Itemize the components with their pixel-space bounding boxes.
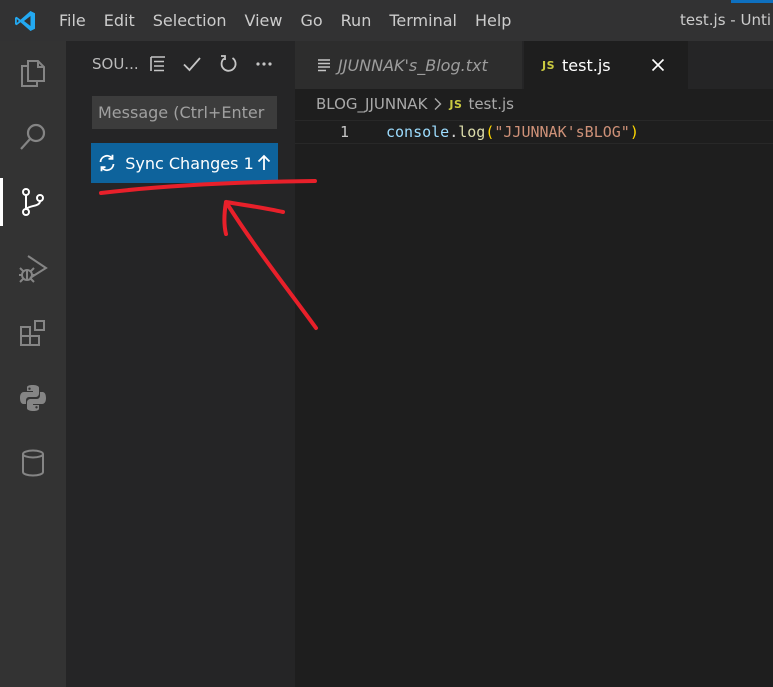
tree-view-icon[interactable]: [145, 51, 171, 77]
source-control-sidebar: SOU... Message (Ctrl+Enter ... Sync Chan…: [66, 41, 295, 687]
more-actions-icon[interactable]: [251, 51, 277, 77]
close-tab-icon[interactable]: [646, 53, 670, 77]
menu-help[interactable]: Help: [466, 0, 520, 41]
source-control-icon[interactable]: [0, 172, 66, 232]
editor-tabs: JJUNNAK's_Blog.txt JS test.js: [295, 41, 773, 89]
token-dot: .: [449, 123, 459, 141]
extensions-icon[interactable]: [0, 303, 66, 363]
window-title: test.js - Unti: [679, 11, 771, 29]
tab-label: test.js: [562, 55, 611, 75]
arrow-up-icon: [256, 154, 272, 172]
menu-run[interactable]: Run: [332, 0, 381, 41]
token-close-paren: ): [629, 123, 639, 141]
commit-message-input[interactable]: [92, 96, 277, 129]
commit-check-icon[interactable]: [179, 51, 205, 77]
breadcrumb-folder[interactable]: BLOG_JJUNNAK: [316, 95, 427, 113]
menu-terminal[interactable]: Terminal: [380, 0, 466, 41]
menu-selection[interactable]: Selection: [144, 0, 236, 41]
vscode-logo-icon: [0, 0, 50, 41]
title-bar: File Edit Selection View Go Run Terminal…: [0, 0, 773, 41]
run-debug-icon[interactable]: [0, 238, 66, 298]
menu-bar: File Edit Selection View Go Run Terminal…: [50, 0, 520, 41]
explorer-icon[interactable]: [0, 43, 66, 103]
token-function: log: [458, 123, 486, 141]
activity-bar: [0, 41, 66, 687]
vscode-window: File Edit Selection View Go Run Terminal…: [0, 0, 773, 687]
menu-view[interactable]: View: [236, 0, 292, 41]
tab-jjunnak-blog-txt[interactable]: JJUNNAK's_Blog.txt: [295, 41, 522, 89]
sidebar-title: SOU...: [92, 55, 139, 73]
breadcrumb-file[interactable]: test.js: [468, 95, 514, 113]
code-line[interactable]: 1 console.log("JJUNNAK'sBLOG"): [295, 120, 773, 144]
code-text: console.log("JJUNNAK'sBLOG"): [386, 121, 639, 143]
python-icon[interactable]: [0, 368, 66, 428]
refresh-icon[interactable]: [215, 51, 241, 77]
token-string: "JJUNNAK'sBLOG": [494, 123, 630, 141]
chevron-right-icon: [433, 97, 443, 111]
tab-label: JJUNNAK's_Blog.txt: [338, 55, 488, 75]
menu-go[interactable]: Go: [291, 0, 331, 41]
menu-file[interactable]: File: [50, 0, 95, 41]
sync-icon: [97, 153, 117, 173]
menu-edit[interactable]: Edit: [95, 0, 144, 41]
search-icon[interactable]: [0, 107, 66, 167]
sync-changes-button[interactable]: Sync Changes 1: [91, 143, 278, 183]
database-icon[interactable]: [0, 433, 66, 493]
sidebar-header: SOU...: [66, 41, 295, 89]
js-file-icon: JS: [449, 97, 463, 111]
line-number: 1: [340, 123, 350, 141]
breadcrumb: BLOG_JJUNNAK JS test.js: [316, 93, 514, 115]
token-object: console: [386, 123, 450, 141]
editor-area: JJUNNAK's_Blog.txt JS test.js BLOG_JJUNN…: [295, 41, 773, 687]
text-file-icon: [317, 58, 331, 72]
tab-test-js[interactable]: JS test.js: [524, 41, 688, 89]
js-file-icon: JS: [542, 58, 556, 72]
sync-changes-label: Sync Changes 1: [125, 153, 254, 173]
